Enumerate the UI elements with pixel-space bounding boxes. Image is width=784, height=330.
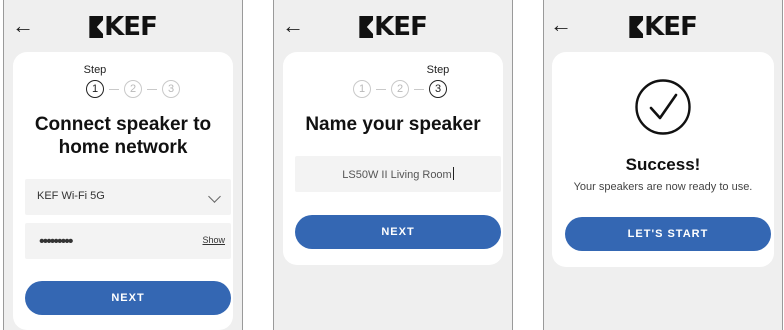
step-2: 2 bbox=[124, 80, 142, 98]
step-1: 1 bbox=[86, 80, 104, 98]
kef-logo-text: KEF bbox=[104, 12, 158, 42]
step-3: 3 bbox=[162, 80, 180, 98]
kef-logo: KEF bbox=[89, 12, 158, 42]
step-label: Step bbox=[426, 64, 450, 76]
arrow-left-icon: ← bbox=[550, 12, 572, 37]
kef-logo: KEF bbox=[359, 12, 428, 42]
back-button[interactable]: ← bbox=[550, 12, 572, 37]
page-title: Connect speaker to home network bbox=[4, 113, 242, 159]
screen-success: ← KEF Success! Your speakers are now rea… bbox=[543, 0, 783, 330]
step-indicator: Step 1 2 3 bbox=[349, 64, 449, 102]
page-title: Name your speaker bbox=[305, 114, 481, 135]
speaker-name-input[interactable]: LS50W II Living Room bbox=[295, 156, 501, 192]
title-line-2: home network bbox=[58, 137, 188, 158]
step-divider bbox=[147, 89, 157, 90]
kef-logo: KEF bbox=[629, 12, 698, 42]
kef-logo-mark bbox=[629, 16, 644, 38]
step-1: 1 bbox=[353, 80, 371, 98]
arrow-left-icon: ← bbox=[12, 13, 34, 38]
text-cursor bbox=[452, 167, 454, 180]
next-button[interactable]: NEXT bbox=[25, 281, 231, 315]
password-field[interactable]: ••••••••• Show bbox=[25, 223, 231, 259]
speaker-name-value: LS50W II Living Room bbox=[342, 169, 452, 181]
title-line-1: Connect speaker to bbox=[34, 114, 212, 135]
back-button[interactable]: ← bbox=[12, 13, 34, 38]
network-select-value: KEF Wi-Fi 5G bbox=[37, 190, 105, 202]
password-value: ••••••••• bbox=[39, 233, 73, 250]
screen-connect-network: ← KEF Step 1 2 3 Connect speaker to home… bbox=[3, 0, 243, 330]
step-divider bbox=[109, 89, 119, 90]
check-circle-icon bbox=[635, 79, 691, 135]
next-button[interactable]: NEXT bbox=[295, 215, 501, 249]
lets-start-button[interactable]: LET'S START bbox=[565, 217, 771, 251]
show-password-link[interactable]: Show bbox=[202, 235, 225, 245]
step-3: 3 bbox=[429, 80, 447, 98]
arrow-left-icon: ← bbox=[282, 13, 304, 38]
step-divider bbox=[414, 89, 424, 90]
kef-logo-mark bbox=[89, 16, 104, 38]
step-2: 2 bbox=[391, 80, 409, 98]
success-message: Your speakers are now ready to use. bbox=[573, 181, 753, 193]
kef-logo-text: KEF bbox=[374, 12, 428, 42]
step-indicator: Step 1 2 3 bbox=[80, 64, 180, 102]
kef-logo-mark bbox=[359, 16, 374, 38]
success-title: Success! bbox=[625, 155, 701, 174]
step-label: Step bbox=[83, 64, 107, 76]
back-button[interactable]: ← bbox=[282, 13, 304, 38]
chevron-down-icon bbox=[208, 190, 221, 203]
screen-name-speaker: ← KEF Step 1 2 3 Name your speaker LS50W… bbox=[273, 0, 513, 330]
network-select[interactable]: KEF Wi-Fi 5G bbox=[25, 179, 231, 215]
kef-logo-text: KEF bbox=[644, 12, 698, 42]
step-divider bbox=[376, 89, 386, 90]
